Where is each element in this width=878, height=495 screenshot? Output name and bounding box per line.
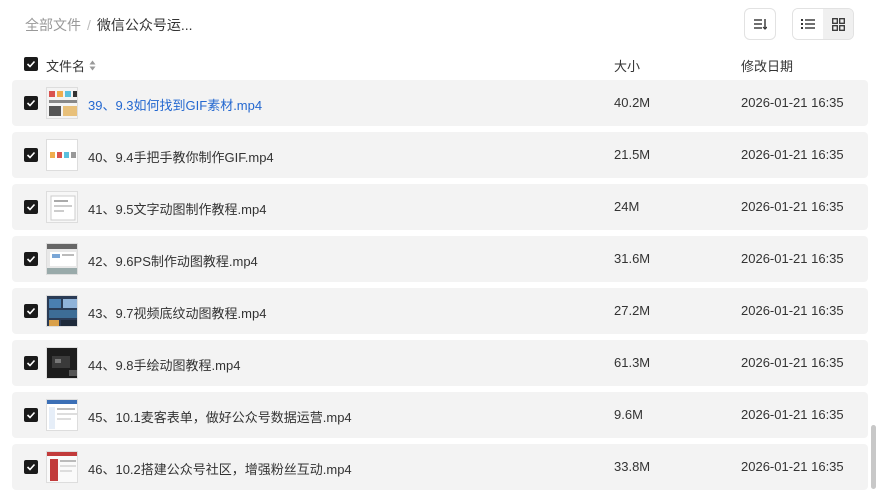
select-all-checkbox[interactable] [24, 57, 38, 71]
file-date: 2026-01-21 16:35 [741, 251, 844, 266]
sort-button[interactable] [744, 8, 776, 40]
view-toggle [792, 8, 854, 40]
file-size: 24M [614, 199, 640, 214]
row-checkbox[interactable] [24, 148, 38, 162]
breadcrumb-current: 微信公众号运... [96, 17, 193, 33]
file-row[interactable]: 46、10.2搭建公众号社区，增强粉丝互动.mp4 33.8M 2026-01-… [12, 444, 868, 490]
check-icon [26, 255, 36, 263]
grid-icon [831, 17, 845, 31]
check-icon [26, 99, 36, 107]
toolbar: 全部文件 / 微信公众号运... [0, 0, 878, 48]
check-icon [26, 359, 36, 367]
file-row[interactable]: 43、9.7视频底纹动图教程.mp4 27.2M 2026-01-21 16:3… [12, 288, 868, 334]
file-size: 27.2M [614, 303, 651, 318]
column-header-name-label: 文件名 [46, 59, 86, 74]
check-icon [26, 307, 36, 315]
column-header-name[interactable]: 文件名 [46, 56, 96, 75]
column-header-size[interactable]: 大小 [614, 56, 640, 75]
file-row[interactable]: 41、9.5文字动图制作教程.mp4 24M 2026-01-21 16:35 [12, 184, 868, 230]
file-size: 31.6M [614, 251, 651, 266]
file-row[interactable]: 39、9.3如何找到GIF素材.mp4 40.2M 2026-01-21 16:… [12, 80, 868, 126]
video-thumbnail [46, 347, 78, 379]
row-checkbox[interactable] [24, 252, 38, 266]
file-date: 2026-01-21 16:35 [741, 147, 844, 162]
breadcrumb-separator: / [87, 17, 91, 33]
file-size: 40.2M [614, 95, 651, 110]
grid-view-button[interactable] [823, 9, 853, 39]
row-checkbox[interactable] [24, 356, 38, 370]
breadcrumb-root[interactable]: 全部文件 [25, 15, 81, 35]
video-thumbnail [46, 191, 78, 223]
file-name[interactable]: 40、9.4手把手教你制作GIF.mp4 [88, 147, 274, 166]
video-thumbnail [46, 451, 78, 483]
file-size: 9.6M [614, 407, 643, 422]
vertical-scrollbar[interactable] [871, 425, 876, 489]
video-thumbnail [46, 399, 78, 431]
file-name[interactable]: 46、10.2搭建公众号社区，增强粉丝互动.mp4 [88, 459, 352, 478]
file-name[interactable]: 42、9.6PS制作动图教程.mp4 [88, 251, 258, 270]
row-checkbox[interactable] [24, 408, 38, 422]
file-name[interactable]: 44、9.8手绘动图教程.mp4 [88, 355, 240, 374]
video-thumbnail [46, 87, 78, 119]
breadcrumb: 全部文件 / 微信公众号运... [25, 15, 193, 35]
video-thumbnail [46, 139, 78, 171]
file-list-header: 文件名 大小 修改日期 [12, 50, 868, 78]
file-name[interactable]: 39、9.3如何找到GIF素材.mp4 [88, 95, 262, 114]
file-size: 61.3M [614, 355, 651, 370]
file-row[interactable]: 44、9.8手绘动图教程.mp4 61.3M 2026-01-21 16:35 [12, 340, 868, 386]
file-row[interactable]: 40、9.4手把手教你制作GIF.mp4 21.5M 2026-01-21 16… [12, 132, 868, 178]
video-thumbnail [46, 295, 78, 327]
check-icon [26, 463, 36, 471]
file-size: 33.8M [614, 459, 651, 474]
check-icon [26, 411, 36, 419]
video-thumbnail [46, 243, 78, 275]
file-name[interactable]: 43、9.7视频底纹动图教程.mp4 [88, 303, 266, 322]
file-date: 2026-01-21 16:35 [741, 199, 844, 214]
check-icon [26, 60, 36, 68]
check-icon [26, 151, 36, 159]
row-checkbox[interactable] [24, 460, 38, 474]
list-icon [801, 19, 815, 29]
file-date: 2026-01-21 16:35 [741, 355, 844, 370]
row-checkbox[interactable] [24, 200, 38, 214]
file-date: 2026-01-21 16:35 [741, 407, 844, 422]
column-header-modified[interactable]: 修改日期 [741, 56, 793, 75]
list-view-button[interactable] [793, 9, 823, 39]
file-row[interactable]: 45、10.1麦客表单，做好公众号数据运营.mp4 9.6M 2026-01-2… [12, 392, 868, 438]
file-size: 21.5M [614, 147, 651, 162]
sort-arrows-icon [89, 60, 96, 71]
file-date: 2026-01-21 16:35 [741, 303, 844, 318]
row-checkbox[interactable] [24, 304, 38, 318]
file-date: 2026-01-21 16:35 [741, 95, 844, 110]
row-checkbox[interactable] [24, 96, 38, 110]
check-icon [26, 203, 36, 211]
file-name[interactable]: 45、10.1麦客表单，做好公众号数据运营.mp4 [88, 407, 352, 426]
sort-icon [754, 19, 767, 30]
file-date: 2026-01-21 16:35 [741, 459, 844, 474]
file-row[interactable]: 42、9.6PS制作动图教程.mp4 31.6M 2026-01-21 16:3… [12, 236, 868, 282]
file-name[interactable]: 41、9.5文字动图制作教程.mp4 [88, 199, 266, 218]
